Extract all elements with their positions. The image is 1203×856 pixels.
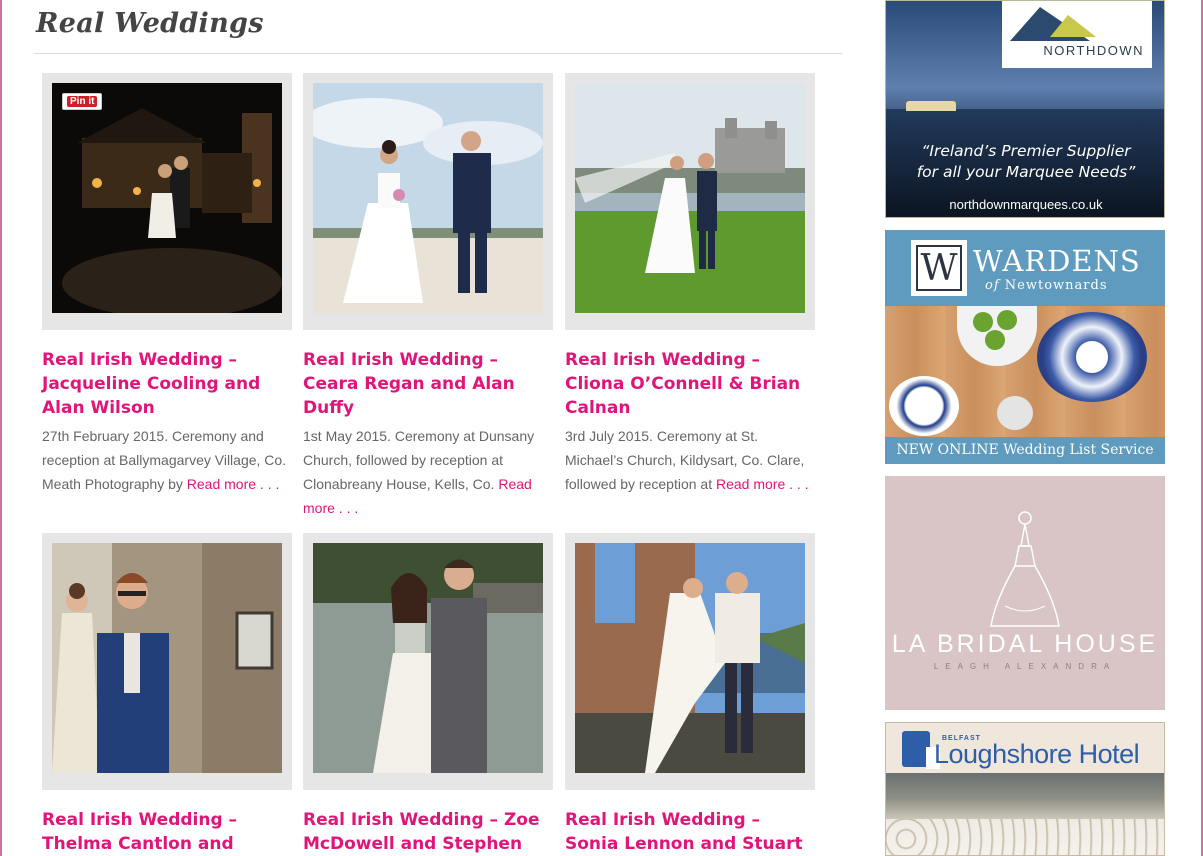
wedding-title-link[interactable]: Real Irish Wedding – Ceara Regan and Ala… xyxy=(303,348,553,420)
lime-graphic xyxy=(997,310,1017,330)
wedding-title-link[interactable]: Real Irish Wedding – Thelma Cantlon and … xyxy=(42,808,292,856)
plate-graphic xyxy=(1037,312,1147,402)
wardens-ad[interactable]: W WARDENS of Newtownards NEW ONLINE Wedd… xyxy=(885,230,1165,464)
wedding-card: Real Irish Wedding – Ceara Regan and Ala… xyxy=(303,73,553,520)
lime-graphic xyxy=(985,330,1005,350)
section-title: Real Weddings xyxy=(36,8,264,39)
wedding-photo[interactable] xyxy=(575,543,805,773)
ad-url: northdownmarquees.co.uk xyxy=(949,197,1103,212)
wedding-excerpt: 3rd July 2015. Ceremony at St. Michael’s… xyxy=(565,424,815,496)
tableware-photo xyxy=(885,306,1165,437)
wedding-title-link[interactable]: Real Irish Wedding – Zoe McDowell and St… xyxy=(303,808,553,856)
marquee-graphic xyxy=(906,101,956,111)
wedding-photo[interactable] xyxy=(575,83,805,313)
hotel-logo-icon xyxy=(902,731,940,769)
bridal-house-ad[interactable]: LA BRIDAL HOUSE LEAGH ALEXANDRA xyxy=(885,476,1165,710)
wedding-photo[interactable] xyxy=(313,543,543,773)
left-border xyxy=(0,0,2,856)
real-weddings-section: Real Weddings Pin it Real Irish Wedding … xyxy=(34,0,842,856)
wedding-photo-frame[interactable] xyxy=(303,533,553,790)
pin-it-button[interactable]: Pin it xyxy=(62,93,103,110)
wedding-card: Real Irish Wedding – Thelma Cantlon and … xyxy=(42,533,292,856)
wedding-photo-frame[interactable] xyxy=(565,533,815,790)
tagline-line-2: for all your Marquee Needs” xyxy=(916,163,1136,181)
wedding-photo[interactable]: Pin it xyxy=(52,83,282,313)
wedding-title-link[interactable]: Real Irish Wedding – Jacqueline Cooling … xyxy=(42,348,292,420)
wedding-card: Real Irish Wedding – Sonia Lennon and St… xyxy=(565,533,815,856)
tagline-line-1: “Ireland’s Premier Supplier xyxy=(921,142,1131,160)
wedding-excerpt: 27th February 2015. Ceremony and recepti… xyxy=(42,424,292,496)
logo-accent-icon xyxy=(1050,15,1096,37)
wedding-photo-frame[interactable] xyxy=(42,533,292,790)
wardens-brand: WARDENS xyxy=(973,244,1141,278)
bridal-house-subtitle: LEAGH ALEXANDRA xyxy=(933,662,1117,671)
wedding-photo[interactable] xyxy=(313,83,543,313)
title-divider xyxy=(34,53,842,54)
wardens-sub-place: Newtownards xyxy=(1004,278,1108,293)
wedding-title-link[interactable]: Real Irish Wedding – Cliona O’Connell & … xyxy=(565,348,815,420)
bowl-graphic xyxy=(957,306,1037,366)
pin-it-label: Pin it xyxy=(67,96,98,107)
wedding-title-link[interactable]: Real Irish Wedding – Sonia Lennon and St… xyxy=(565,808,815,856)
wedding-card: Pin it Real Irish Wedding – Jacqueline C… xyxy=(42,73,292,496)
wedding-photo-frame[interactable] xyxy=(303,73,553,330)
read-more-link[interactable]: Read more . . . xyxy=(716,476,809,492)
bridal-house-name: LA BRIDAL HOUSE xyxy=(891,630,1159,658)
northdown-ad[interactable]: NORTHDOWN “Ireland’s Premier Supplier fo… xyxy=(885,0,1165,218)
wardens-logo-letter: W xyxy=(916,245,962,291)
wardens-sub-of: of xyxy=(985,278,1000,293)
wardens-logo: W xyxy=(911,240,967,296)
wedding-photo-frame[interactable] xyxy=(565,73,815,330)
plate-graphic xyxy=(889,376,959,436)
ad-tagline: “Ireland’s Premier Supplier for all your… xyxy=(886,141,1164,183)
wedding-excerpt: 1st May 2015. Ceremony at Dunsany Church… xyxy=(303,424,553,520)
tables-graphic xyxy=(886,819,1164,855)
northdown-logo: NORTHDOWN xyxy=(1002,1,1152,68)
hotel-name: Loughshore Hotel xyxy=(934,739,1140,769)
cup-graphic xyxy=(997,396,1033,430)
wardens-subtitle: of Newtownards xyxy=(985,278,1108,293)
wardens-header: W WARDENS of Newtownards xyxy=(885,230,1165,306)
wedding-photo-frame[interactable]: Pin it xyxy=(42,73,292,330)
wedding-photo[interactable] xyxy=(52,543,282,773)
read-more-link[interactable]: Read more . . . xyxy=(187,476,280,492)
wedding-card: Real Irish Wedding – Zoe McDowell and St… xyxy=(303,533,553,856)
wardens-banner: NEW ONLINE Wedding List Service xyxy=(885,437,1165,464)
wedding-card: Real Irish Wedding – Cliona O’Connell & … xyxy=(565,73,815,496)
dress-sketch-icon xyxy=(990,511,1060,627)
lime-graphic xyxy=(973,312,993,332)
loughshore-hotel-ad[interactable]: BELFAST Loughshore Hotel xyxy=(885,722,1165,856)
logo-wordmark: NORTHDOWN xyxy=(1043,43,1144,58)
